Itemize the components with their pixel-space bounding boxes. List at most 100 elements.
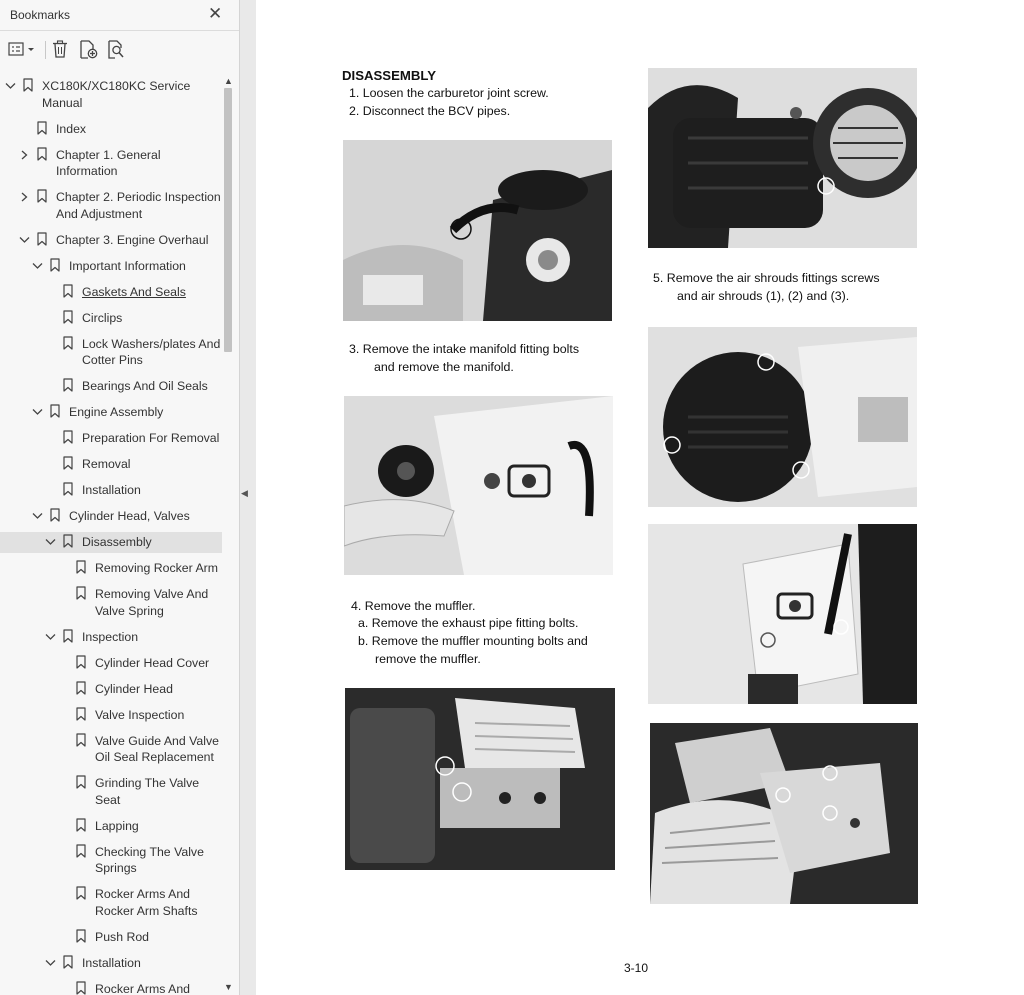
bookmark-icon [63,534,73,548]
bookmark-item[interactable]: Disassembly [0,532,222,553]
bookmark-icon [76,706,86,721]
photo-carburetor [343,140,612,321]
bookmark-item[interactable]: Lock Washers/plates And Cotter Pins [0,334,222,371]
bookmark-label: Rocker Arms AndShafts [95,981,218,995]
bookmark-label-line: Removal [82,457,131,471]
bookmark-label-line: Information [56,164,118,178]
bookmark-label: Installation [82,955,218,972]
bookmark-item[interactable]: Cylinder Head, Valves [0,506,222,527]
chevron-down-icon[interactable] [19,233,30,247]
bookmark-item[interactable]: Chapter 3. Engine Overhaul [0,230,222,251]
bookmark-icon [23,78,33,92]
bookmark-label: Checking The Valve Springs [95,844,218,877]
bookmark-item[interactable]: Cylinder Head Cover [0,653,222,674]
bookmark-label-line: Valve Spring [95,603,164,618]
scroll-up-icon[interactable]: ▲ [224,76,233,86]
bookmark-label-line: Removing Valve And [95,587,209,601]
bookmark-icon [76,817,86,832]
bookmarks-panel-header: Bookmarks ✕ [0,0,239,30]
bookmark-label-line: Chapter 1. General [56,147,161,162]
bookmark-icon [63,283,73,298]
delete-bookmark-icon[interactable] [51,39,69,59]
bookmark-item[interactable]: Circlips [0,308,222,329]
step-5-line-2: and air shrouds (1), (2) and (3). [677,289,850,303]
bookmark-label-line: XC180K/XC180KC Service [42,79,191,93]
bookmark-label-line: Rocker Arms And [95,981,190,995]
bookmark-item[interactable]: Removing Valve And Valve Spring [0,584,222,621]
bookmarks-panel-title: Bookmarks [10,8,71,22]
bookmark-icon [50,508,60,522]
bookmark-item[interactable]: Preparation For Removal [0,428,222,449]
chevron-down-icon[interactable] [32,509,43,523]
bookmark-item[interactable]: Cylinder Head [0,679,222,700]
bookmark-label: Important Information [69,258,218,275]
bookmark-item[interactable]: Engine Assembly [0,402,222,423]
bookmark-icon [63,628,73,643]
bookmark-item[interactable]: Important Information [0,256,222,277]
step-2: 2. Disconnect the BCV pipes. [349,104,511,118]
bookmark-item[interactable]: Valve Guide And Valve Oil Seal Replacemen… [0,731,222,768]
scrollbar-thumb[interactable] [224,88,232,352]
bookmark-label-line: Cylinder Head Cover [95,655,210,670]
bookmark-item[interactable]: Index [0,119,222,140]
bookmark-item[interactable]: Removal [0,454,222,475]
bookmark-label-line: Removing Rocker Arm [95,561,219,575]
bookmark-item[interactable]: Lapping [0,816,222,837]
bookmark-item[interactable]: Rocker Arms AndShafts [0,979,222,995]
find-bookmark-icon[interactable] [106,39,126,59]
add-bookmark-icon[interactable] [78,39,98,59]
bookmark-icon [37,146,47,161]
bookmark-icon [63,335,73,350]
bookmarks-panel: Bookmarks ✕ XC180K/XC180KC Service Manual… [0,0,240,995]
bookmark-icon [76,886,86,900]
bookmark-label-line: Inspection [82,629,139,644]
chevron-down-icon[interactable] [45,535,56,549]
bookmark-scrollbar[interactable]: ▲ ▼ [222,72,234,995]
bookmark-label: Engine Assembly [69,404,218,421]
chevron-down-icon[interactable] [32,405,43,419]
chevron-down-icon[interactable] [45,630,56,644]
bookmark-label-line: Preparation For Removal [82,431,220,445]
photo-engine-cylinder [650,723,918,904]
bookmark-label-line: Push Rod [95,929,150,944]
chevron-right-icon[interactable] [19,148,30,162]
bookmark-icon [76,654,86,669]
bookmark-item[interactable]: Bearings And Oil Seals [0,376,222,397]
chevron-right-icon[interactable] [19,190,30,204]
bookmark-label-line: Lock Washers/plates And [82,336,221,351]
bookmark-item[interactable]: Gaskets And Seals [0,282,222,303]
bookmark-item[interactable]: Valve Inspection [0,705,222,726]
bookmark-label-line: Manual [42,95,83,110]
bookmark-label-line: Cylinder Head, Valves [69,509,190,523]
bookmark-icon [63,430,73,444]
bookmark-label: XC180K/XC180KC Service Manual [42,78,218,111]
bookmark-item[interactable]: XC180K/XC180KC Service Manual [0,76,222,113]
chevron-down-icon[interactable] [5,79,16,93]
bookmark-item[interactable]: Rocker Arms And Rocker Arm Shafts [0,884,222,921]
chevron-down-icon[interactable] [45,956,56,970]
bookmark-item[interactable]: Removing Rocker Arm [0,558,222,579]
bookmark-label: Cylinder Head Cover [95,655,218,672]
bookmark-label: Bearings And Oil Seals [82,378,218,395]
bookmark-label-line: Springs [95,861,137,875]
bookmark-item[interactable]: Installation [0,953,222,974]
bookmark-icon [76,775,86,789]
bookmark-label-line: Cotter Pins [82,353,143,367]
bookmark-item[interactable]: Inspection [0,627,222,648]
chevron-down-icon[interactable] [32,259,43,273]
bookmark-item[interactable]: Installation [0,480,222,501]
bookmark-item[interactable]: Push Rod [0,927,222,948]
bookmark-icon [50,404,60,418]
bookmark-item[interactable]: Checking The Valve Springs [0,842,222,879]
step-5-line-1: 5. Remove the air shrouds fittings screw… [653,271,880,285]
collapse-panel-icon[interactable]: ◀ [241,488,248,499]
bookmark-icon [63,482,73,496]
close-icon[interactable]: ✕ [208,4,222,24]
bookmark-item[interactable]: Grinding The Valve Seat [0,773,222,810]
bookmark-item[interactable]: Chapter 2. Periodic Inspection And Adjust… [0,187,222,224]
bookmark-label-line: Valve Guide And Valve [95,733,219,748]
bookmark-item[interactable]: Chapter 1. General Information [0,145,222,182]
bookmark-label-line: Lapping [95,818,139,833]
bookmark-options-icon[interactable] [8,39,38,59]
scroll-down-icon[interactable]: ▼ [224,982,233,992]
